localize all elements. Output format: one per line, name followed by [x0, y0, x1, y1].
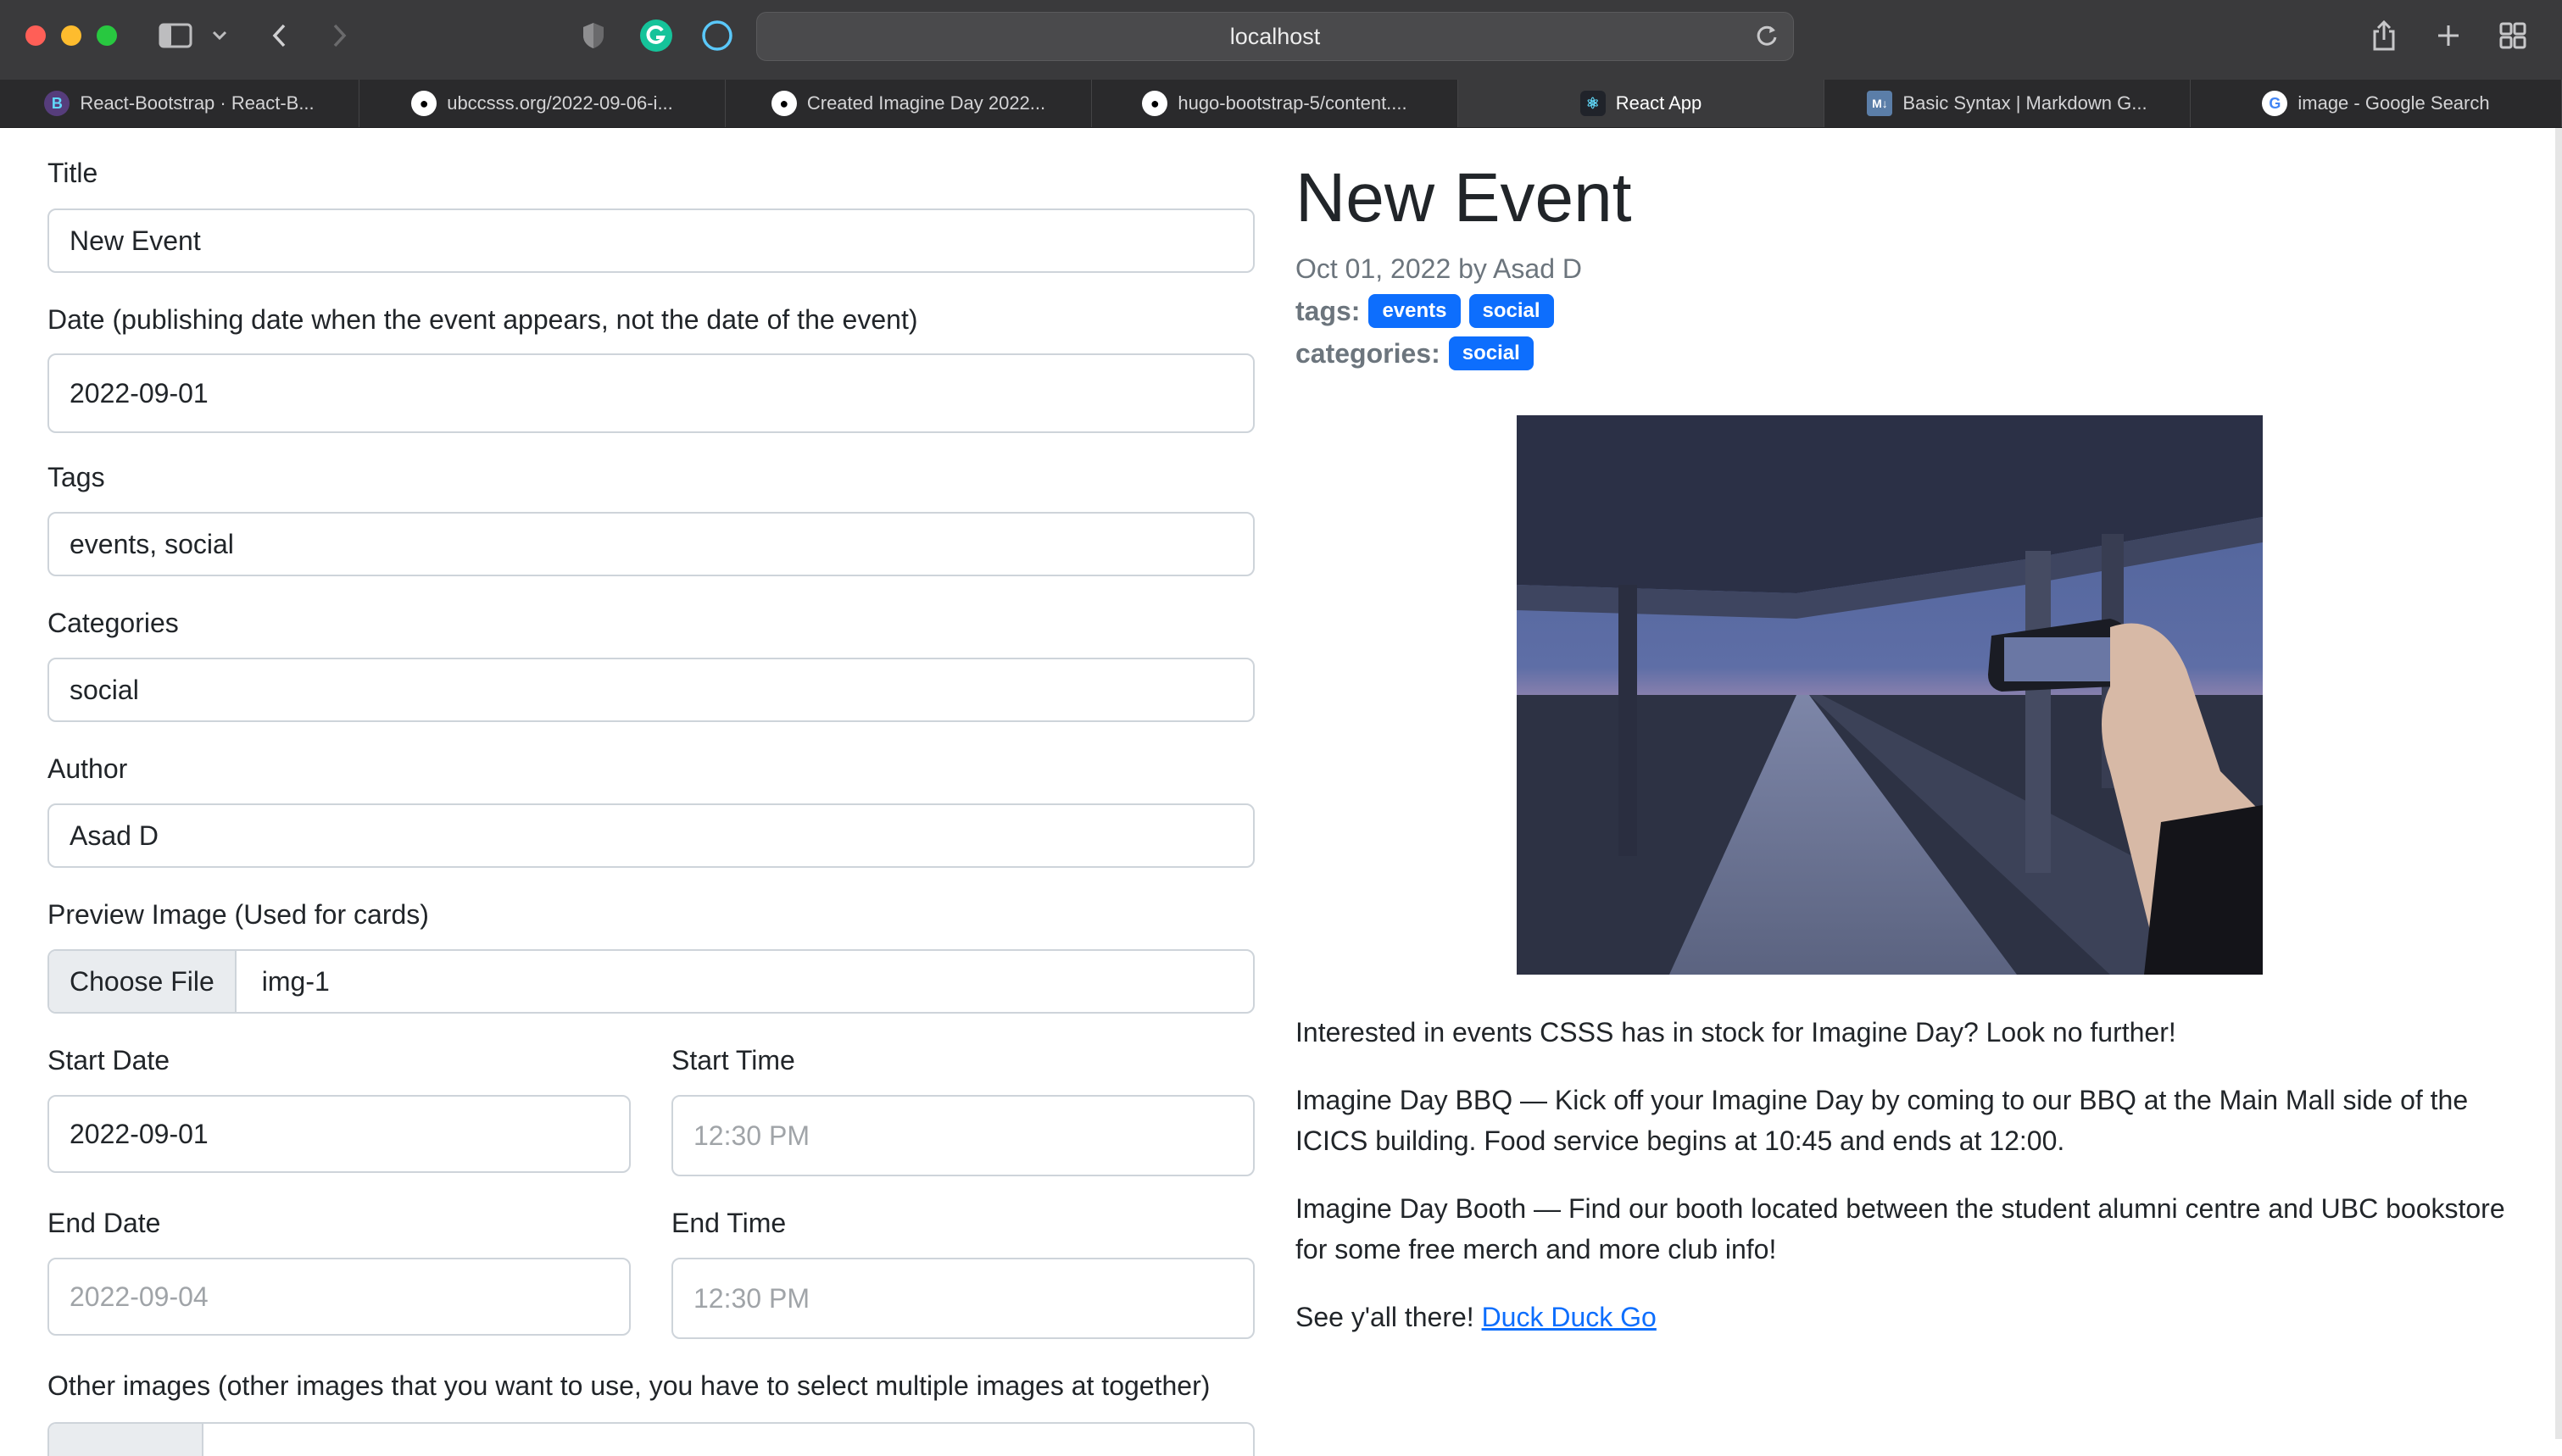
categories-label: Categories	[47, 608, 179, 638]
react-icon: ⚛	[1579, 91, 1606, 116]
preview-paragraph-3: Imagine Day Booth — Find our booth locat…	[1295, 1193, 2505, 1264]
date-label: Date (publishing date when the event app…	[47, 304, 918, 335]
start-time-label: Start Time	[671, 1045, 795, 1075]
tab-label: React-Bootstrap · React-B...	[80, 92, 315, 114]
end-time-label: End Time	[671, 1208, 787, 1238]
end-date-label: End Date	[47, 1208, 161, 1238]
markdown-icon: M↓	[1867, 91, 1893, 116]
author-label: Author	[47, 753, 128, 784]
tag-badge: events	[1368, 294, 1461, 328]
date-input[interactable]: 2022-09-01	[47, 353, 1255, 433]
tab-label: hugo-bootstrap-5/content....	[1178, 92, 1407, 114]
other-images-label: Other images (other images that you want…	[47, 1370, 1211, 1401]
preview-image-file-input[interactable]: Choose File img-1	[47, 949, 1255, 1014]
preview-title: New Event	[1295, 159, 1632, 236]
new-tab-icon[interactable]	[2431, 15, 2465, 56]
preview-categories-row: categories: social	[1295, 336, 1534, 370]
reload-icon[interactable]	[1754, 23, 1779, 53]
duck-duck-go-link[interactable]: Duck Duck Go	[1482, 1302, 1657, 1332]
back-icon[interactable]	[263, 15, 297, 56]
tab-github-ubccsss[interactable]: ● ubccsss.org/2022-09-06-i...	[359, 80, 726, 127]
choose-file-button[interactable]: Choose File	[49, 951, 237, 1012]
tab-bar: B React-Bootstrap · React-B... ● ubccsss…	[0, 80, 2562, 128]
tab-label: Basic Syntax | Markdown G...	[1902, 92, 2147, 114]
choose-files-button[interactable]	[49, 1424, 203, 1456]
preview-paragraph-4: See y'all there! Duck Duck Go	[1295, 1297, 2516, 1337]
maximize-window-button[interactable]	[97, 25, 117, 46]
window-edge	[2555, 128, 2562, 1439]
preview-paragraph-2: Imagine Day BBQ — Kick off your Imagine …	[1295, 1085, 2469, 1156]
title-input[interactable]: New Event	[47, 208, 1255, 273]
tags-label: Tags	[47, 462, 105, 492]
tab-github-imagine-day[interactable]: ● Created Imagine Day 2022...	[726, 80, 1092, 127]
minimize-window-button[interactable]	[61, 25, 81, 46]
react-bootstrap-icon: B	[44, 91, 70, 116]
browser-toolbar: localhost	[0, 0, 2562, 80]
preview-image-label: Preview Image (Used for cards)	[47, 899, 429, 930]
categories-input[interactable]: social	[47, 658, 1255, 722]
other-images-file-input[interactable]	[47, 1422, 1255, 1456]
categories-heading: categories:	[1295, 337, 1440, 369]
tags-heading: tags:	[1295, 295, 1361, 326]
tab-google-search[interactable]: G image - Google Search	[2191, 80, 2562, 127]
tags-input[interactable]: events, social	[47, 512, 1255, 576]
start-time-input[interactable]: 12:30 PM	[671, 1095, 1255, 1176]
grammarly-extension-icon[interactable]	[638, 15, 675, 56]
end-time-input[interactable]: 12:30 PM	[671, 1258, 1255, 1339]
tab-label: React App	[1615, 92, 1702, 114]
category-badge: social	[1448, 336, 1534, 370]
preview-tags-row: tags: events social	[1295, 294, 1554, 328]
page-content: Title New Event Date (publishing date wh…	[0, 128, 2562, 1456]
preview-paragraph-1: Interested in events CSSS has in stock f…	[1295, 1017, 2176, 1048]
close-window-button[interactable]	[25, 25, 46, 46]
github-icon: ●	[411, 91, 437, 116]
tab-github-hugo-bootstrap[interactable]: ● hugo-bootstrap-5/content....	[1092, 80, 1458, 127]
google-icon: G	[2262, 91, 2288, 116]
tab-react-app[interactable]: ⚛ React App	[1458, 80, 1824, 127]
chevron-down-icon[interactable]	[207, 15, 232, 56]
extension-compass-icon[interactable]	[699, 15, 736, 56]
tag-badge: social	[1468, 294, 1554, 328]
end-date-input[interactable]: 2022-09-04	[47, 1258, 631, 1336]
start-date-label: Start Date	[47, 1045, 170, 1075]
title-label: Title	[47, 158, 98, 188]
preview-meta: Oct 01, 2022 by Asad D	[1295, 253, 1582, 284]
privacy-shield-icon[interactable]	[576, 15, 610, 56]
file-name: img-1	[261, 965, 330, 997]
preview-image	[1517, 415, 2263, 975]
sidebar-toggle-icon[interactable]	[154, 15, 197, 56]
share-icon[interactable]	[2367, 15, 2401, 56]
github-icon: ●	[771, 91, 797, 116]
tab-markdown-guide[interactable]: M↓ Basic Syntax | Markdown G...	[1824, 80, 2191, 127]
tab-label: ubccsss.org/2022-09-06-i...	[447, 92, 673, 114]
author-input[interactable]: Asad D	[47, 803, 1255, 868]
tab-react-bootstrap[interactable]: B React-Bootstrap · React-B...	[0, 80, 359, 127]
url-text: localhost	[1229, 23, 1321, 49]
forward-icon[interactable]	[322, 15, 356, 56]
tab-label: Created Imagine Day 2022...	[806, 92, 1046, 114]
address-bar[interactable]: localhost	[756, 12, 1794, 61]
github-icon: ●	[1142, 91, 1168, 116]
start-date-input[interactable]: 2022-09-01	[47, 1095, 631, 1173]
tab-overview-icon[interactable]	[2496, 15, 2530, 56]
tab-label: image - Google Search	[2297, 92, 2490, 114]
closing-text: See y'all there!	[1295, 1302, 1482, 1332]
bridge-photo	[1517, 415, 2263, 975]
